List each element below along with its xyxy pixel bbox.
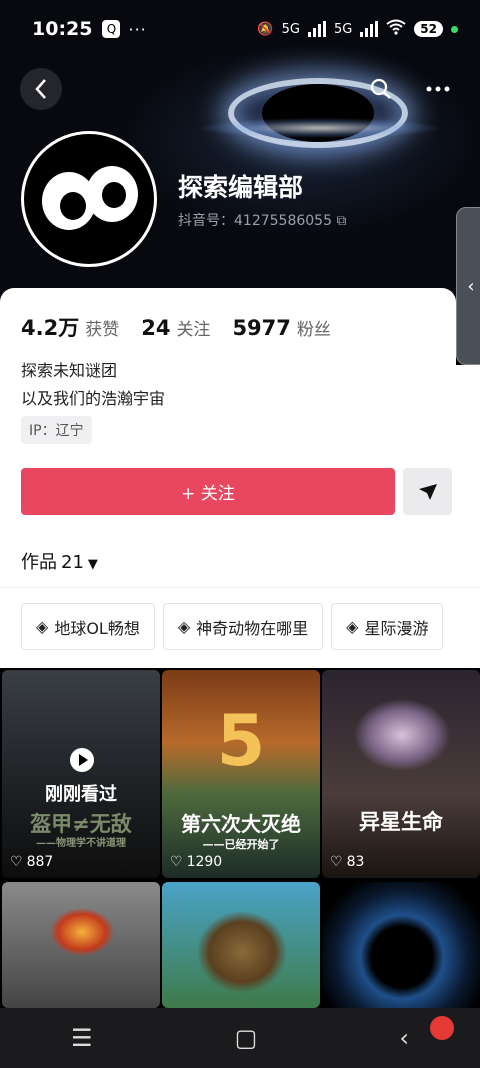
side-panel-tab[interactable]: ‹ <box>456 207 480 365</box>
video-tile[interactable] <box>322 882 480 1008</box>
collection-chips: ◈ 地球OL畅想 ◈ 神奇动物在哪里 ◈ 星际漫游 <box>21 603 444 650</box>
more-icon <box>426 86 450 92</box>
search-button[interactable] <box>360 68 402 110</box>
like-count: ♡ 1290 <box>170 854 223 870</box>
video-grid: 刚刚看过 盔甲≠无敌 ——物理学不讲道理 ♡ 887 5 第六次大灭绝 ——已经开… <box>0 668 480 1008</box>
back-button[interactable] <box>20 68 62 110</box>
profile-name: 探索编辑部 <box>178 173 304 202</box>
video-tile[interactable]: 异星生命 ♡ 83 <box>322 670 480 878</box>
video-title: 异星生命 <box>359 810 443 834</box>
signal-icon <box>307 21 326 37</box>
video-tile[interactable]: 刚刚看过 盔甲≠无敌 ——物理学不讲道理 ♡ 887 <box>2 670 160 878</box>
home-icon[interactable]: ▢ <box>235 1024 258 1052</box>
layers-icon: ◈ <box>346 617 359 636</box>
network-5g-2: 5G <box>333 21 353 37</box>
send-icon <box>418 483 437 500</box>
qq-icon: Q <box>102 20 121 38</box>
heart-icon: ♡ <box>170 854 183 870</box>
system-nav-bar: ☰ ▢ ‹ <box>0 1008 480 1068</box>
avatar[interactable] <box>21 131 157 267</box>
layers-icon: ◈ <box>36 617 49 636</box>
works-tab[interactable]: 作品 21 ▼ <box>21 548 98 574</box>
status-bar: 10:25 Q ··· 🔕 5G 5G 52 <box>0 0 480 58</box>
caret-down-icon: ▼ <box>87 557 98 572</box>
layers-icon: ◈ <box>177 617 191 636</box>
wifi-icon <box>386 19 406 39</box>
douyin-id[interactable]: 抖音号：41275586055 ⧉ <box>178 210 346 230</box>
divider <box>0 587 480 588</box>
video-number: 5 <box>216 700 266 782</box>
status-dots: ··· <box>128 19 147 39</box>
mute-icon: 🔕 <box>257 21 274 37</box>
video-title: 第六次大灭绝 <box>181 812 301 836</box>
follow-button[interactable]: + 关注 <box>21 468 395 515</box>
profile-stats: 4.2万 获赞 24 关注 5977 粉丝 <box>21 312 331 342</box>
profile-bio: 探索未知谜团 以及我们的浩瀚宇宙 <box>21 361 166 408</box>
signal-icon <box>360 21 379 37</box>
video-tile[interactable]: 5 第六次大灭绝 ——已经开始了 ♡ 1290 <box>162 670 320 878</box>
record-dot[interactable] <box>430 1016 454 1040</box>
back-arrow-icon <box>35 79 46 99</box>
copy-icon[interactable]: ⧉ <box>336 213 346 229</box>
collection-chip[interactable]: ◈ 星际漫游 <box>331 603 444 650</box>
ip-location-badge: IP：辽宁 <box>21 416 92 444</box>
heart-icon: ♡ <box>10 854 23 870</box>
stat-followers[interactable]: 5977 粉丝 <box>232 315 330 340</box>
recent-badge: 刚刚看过 <box>45 784 117 805</box>
video-tile[interactable] <box>2 882 160 1008</box>
more-button[interactable] <box>417 68 459 110</box>
recents-icon[interactable]: ☰ <box>71 1024 93 1052</box>
like-count: ♡ 887 <box>10 854 54 870</box>
like-count: ♡ 83 <box>330 854 365 870</box>
heart-icon: ♡ <box>330 854 343 870</box>
back-icon[interactable]: ‹ <box>399 1024 409 1052</box>
right-eye <box>86 166 138 222</box>
network-5g-1: 5G <box>281 21 300 37</box>
search-icon <box>370 78 391 99</box>
clock: 10:25 <box>32 18 93 40</box>
battery-indicator: 52 <box>414 21 443 37</box>
play-icon <box>70 748 94 772</box>
collection-chip[interactable]: ◈ 地球OL畅想 <box>21 603 155 650</box>
chevron-left-icon: ‹ <box>467 275 475 297</box>
stat-following[interactable]: 24 关注 <box>141 315 210 340</box>
privacy-dot <box>451 25 458 33</box>
black-hole-disk <box>200 118 440 138</box>
collection-chip[interactable]: ◈ 神奇动物在哪里 <box>162 603 324 650</box>
video-tile[interactable] <box>162 882 320 1008</box>
stat-likes[interactable]: 4.2万 获赞 <box>21 312 119 342</box>
share-button[interactable] <box>403 468 452 515</box>
